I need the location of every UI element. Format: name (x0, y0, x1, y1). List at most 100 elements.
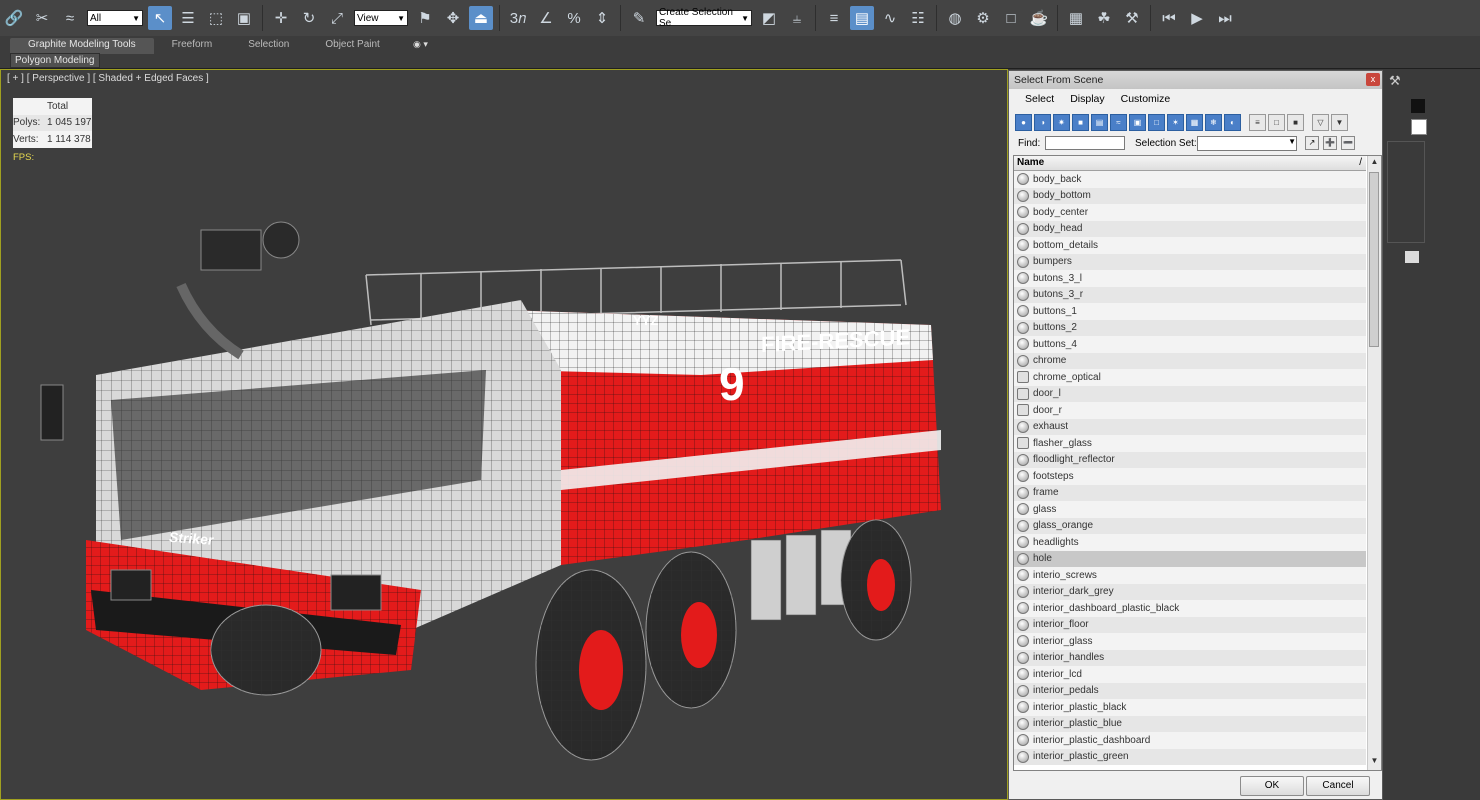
display-frozen-icon[interactable]: ❄ (1205, 114, 1222, 131)
new-selection-set-icon[interactable]: ↗ (1305, 136, 1319, 150)
viewport-label[interactable]: [ + ] [ Perspective ] [ Shaded + Edged F… (7, 73, 209, 84)
list-item[interactable]: interior_dashboard_plastic_black (1014, 600, 1366, 617)
scroll-up-icon[interactable]: ▲ (1368, 157, 1381, 170)
selection-set-dropdown[interactable]: ▼ (1197, 136, 1297, 151)
modifier-stack[interactable] (1387, 141, 1425, 243)
display-lights-icon[interactable]: ✷ (1053, 114, 1070, 131)
pivot-center-icon[interactable]: ⚑ (413, 6, 437, 30)
add-to-selection-set-icon[interactable]: ➕ (1323, 136, 1337, 150)
rect-selection-icon[interactable]: ⬚ (204, 6, 228, 30)
list-item[interactable]: interior_glass (1014, 633, 1366, 650)
list-item[interactable]: bottom_details (1014, 237, 1366, 254)
select-by-name-icon[interactable]: ☰ (176, 6, 200, 30)
menu-display[interactable]: Display (1062, 91, 1112, 109)
list-item[interactable]: glass_orange (1014, 517, 1366, 534)
edit-named-selection-icon[interactable]: ✎ (627, 6, 651, 30)
display-cameras-icon[interactable]: ■ (1072, 114, 1089, 131)
list-item[interactable]: body_back (1014, 171, 1366, 188)
list-item[interactable]: buttons_4 (1014, 336, 1366, 353)
previous-keyframe-icon[interactable]: ⏮ (1157, 6, 1181, 30)
list-scrollbar[interactable]: ▲ ▼ (1367, 156, 1381, 770)
menu-select[interactable]: Select (1017, 91, 1062, 109)
play-icon[interactable]: ▶ (1185, 6, 1209, 30)
keyboard-shortcut-icon[interactable]: ⏏ (469, 6, 493, 30)
list-item[interactable]: hole (1014, 550, 1366, 567)
list-item[interactable]: body_head (1014, 220, 1366, 237)
list-item[interactable]: interior_plastic_black (1014, 699, 1366, 716)
list-item[interactable]: buttons_1 (1014, 303, 1366, 320)
menu-customize[interactable]: Customize (1113, 91, 1179, 109)
list-item[interactable]: interior_lcd (1014, 666, 1366, 683)
ok-button[interactable]: OK (1240, 776, 1304, 796)
tab-object-paint[interactable]: Object Paint (307, 38, 397, 54)
dropdown-box[interactable] (1411, 119, 1427, 135)
unlink-icon[interactable]: ✂ (30, 6, 54, 30)
tool-icon[interactable]: ⚒ (1120, 6, 1144, 30)
graphite-tools-icon[interactable]: ▤ (850, 6, 874, 30)
rotate-icon[interactable]: ↻ (297, 6, 321, 30)
angle-snap-icon[interactable]: ∠ (534, 6, 558, 30)
list-item[interactable]: interior_plastic_blue (1014, 715, 1366, 732)
curve-editor-icon[interactable]: ∿ (878, 6, 902, 30)
close-button[interactable]: x (1366, 73, 1380, 86)
display-containers-icon[interactable]: ▦ (1186, 114, 1203, 131)
container-icon[interactable]: ▦ (1064, 6, 1088, 30)
list-item[interactable]: buttons_2 (1014, 319, 1366, 336)
snaps-toggle-icon[interactable]: 3𝑛 (506, 6, 530, 30)
select-manipulate-icon[interactable]: ✥ (441, 6, 465, 30)
color-swatch[interactable] (1411, 99, 1425, 113)
find-input[interactable] (1045, 136, 1125, 150)
list-item[interactable]: butons_3_r (1014, 286, 1366, 303)
list-item[interactable]: interior_dark_grey (1014, 583, 1366, 600)
list-item[interactable]: footsteps (1014, 468, 1366, 485)
list-item[interactable]: frame (1014, 484, 1366, 501)
align-icon[interactable]: ⫨ (785, 6, 809, 30)
name-column-header[interactable]: Name / (1014, 156, 1366, 171)
scene-object-list[interactable]: Name / body_back body_bottom body_center bo… (1013, 155, 1382, 771)
schematic-view-icon[interactable]: ☷ (906, 6, 930, 30)
list-item[interactable]: butons_3_l (1014, 270, 1366, 287)
window-crossing-icon[interactable]: ▣ (232, 6, 256, 30)
tab-selection[interactable]: Selection (230, 38, 307, 54)
perspective-viewport[interactable]: 9 FIRE-RESCUE YYZ Striker [ + ] [ Perspe… (0, 69, 1008, 800)
select-none-icon[interactable]: □ (1268, 114, 1285, 131)
scroll-thumb[interactable] (1369, 172, 1379, 347)
reference-coordinate-dropdown[interactable]: View ▼ (354, 10, 408, 26)
ribbon-options-button[interactable]: ◉ ▾ (413, 39, 428, 50)
list-item[interactable]: interior_plastic_green (1014, 748, 1366, 765)
list-item[interactable]: door_l (1014, 385, 1366, 402)
percent-snap-icon[interactable]: % (562, 6, 586, 30)
cancel-button[interactable]: Cancel (1306, 776, 1370, 796)
named-selection-sets-dropdown[interactable]: Create Selection Se ▼ (656, 7, 752, 29)
list-item[interactable]: interior_plastic_dashboard (1014, 732, 1366, 749)
layer-manager-icon[interactable]: ≡ (822, 6, 846, 30)
list-item[interactable]: chrome (1014, 352, 1366, 369)
list-item[interactable]: body_center (1014, 204, 1366, 221)
render-production-icon[interactable]: ☕ (1027, 6, 1051, 30)
display-hidden-icon[interactable]: ◐ (1224, 114, 1241, 131)
list-item[interactable]: glass (1014, 501, 1366, 518)
list-item[interactable]: exhaust (1014, 418, 1366, 435)
rendered-frame-window-icon[interactable]: □ (999, 6, 1023, 30)
display-bones-icon[interactable]: ✶ (1167, 114, 1184, 131)
list-item[interactable]: body_bottom (1014, 187, 1366, 204)
filter-options-icon[interactable]: ▼ (1331, 114, 1348, 131)
configure-icon[interactable] (1405, 251, 1419, 263)
remove-from-selection-set-icon[interactable]: ➖ (1341, 136, 1355, 150)
mirror-icon[interactable]: ◩ (757, 6, 781, 30)
list-item[interactable]: floodlight_reflector (1014, 451, 1366, 468)
display-xrefs-icon[interactable]: □ (1148, 114, 1165, 131)
link-icon[interactable]: 🔗 (2, 6, 26, 30)
display-groups-icon[interactable]: ▣ (1129, 114, 1146, 131)
polygon-modeling-panel[interactable]: Polygon Modeling (10, 53, 100, 68)
display-helpers-icon[interactable]: ▤ (1091, 114, 1108, 131)
list-item[interactable]: flasher_glass (1014, 435, 1366, 452)
list-item[interactable]: chrome_optical (1014, 369, 1366, 386)
scroll-down-icon[interactable]: ▼ (1368, 756, 1381, 769)
list-item[interactable]: headlights (1014, 534, 1366, 551)
select-invert-icon[interactable]: ■ (1287, 114, 1304, 131)
display-geometry-icon[interactable]: ● (1015, 114, 1032, 131)
render-setup-icon[interactable]: ⚙ (971, 6, 995, 30)
spinner-snap-icon[interactable]: ⇕ (590, 6, 614, 30)
dialog-titlebar[interactable]: Select From Scene x (1009, 71, 1382, 89)
